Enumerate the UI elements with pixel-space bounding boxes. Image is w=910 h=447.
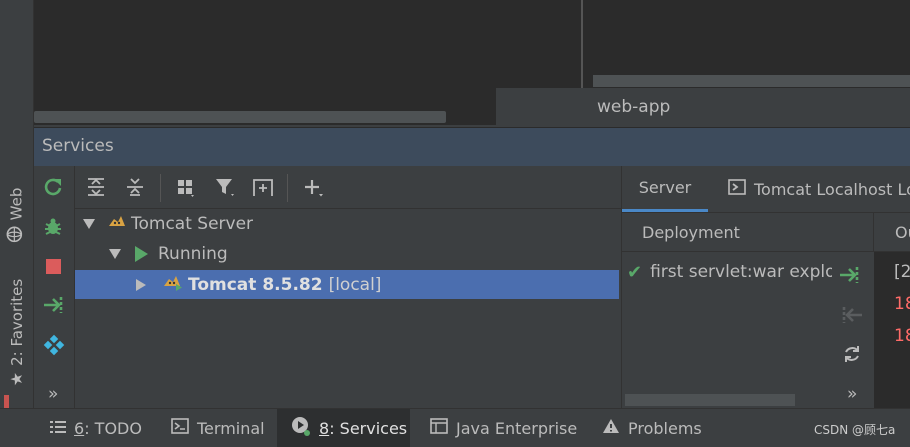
output-console: [2 18 18 xyxy=(874,252,910,408)
deployment-item-label: first servlet:war explo xyxy=(650,262,832,282)
tool-tab-java-enterprise[interactable]: Java Enterprise xyxy=(430,409,577,447)
terminal-icon xyxy=(171,418,189,438)
java-enterprise-icon xyxy=(430,418,448,438)
debug-icon[interactable] xyxy=(42,216,64,242)
tree-node-tomcat-server[interactable]: Tomcat Server xyxy=(75,209,621,239)
stop-icon[interactable] xyxy=(46,259,61,274)
services-title: Services xyxy=(42,136,114,156)
deployment-header-label: Deployment xyxy=(642,223,740,242)
tab-tomcat-localhost-log[interactable]: Tomcat Localhost Lo xyxy=(728,166,910,212)
tree-node-label: Running xyxy=(158,244,228,264)
module-bar: web-app xyxy=(496,88,910,126)
favorites-tool-label: 2: Favorites xyxy=(7,278,26,366)
horizontal-scrollbar[interactable] xyxy=(34,111,446,123)
warning-icon xyxy=(602,418,620,438)
redeploy-icon[interactable] xyxy=(838,264,862,290)
deploy-icon[interactable] xyxy=(42,294,66,320)
watermark-text: CSDN @顾七a xyxy=(814,423,896,437)
tomcat-running-icon xyxy=(162,273,184,296)
module-label[interactable]: web-app xyxy=(597,97,670,117)
console-icon xyxy=(728,179,746,199)
expand-arrow-icon[interactable] xyxy=(83,219,95,229)
new-tab-icon[interactable] xyxy=(250,174,276,200)
deployment-scrollbar[interactable] xyxy=(625,394,795,406)
tree-node-running[interactable]: Running xyxy=(75,239,621,269)
filter-icon[interactable] xyxy=(212,174,238,200)
add-service-icon[interactable] xyxy=(301,174,327,200)
tool-tab-terminal[interactable]: Terminal xyxy=(171,409,265,447)
refresh-icon[interactable] xyxy=(842,344,862,368)
tool-tab-number: 6 xyxy=(74,418,85,438)
web-tool-label: Web xyxy=(7,187,26,221)
tool-tab-problems[interactable]: Problems xyxy=(602,409,702,447)
tree-node-suffix: [local] xyxy=(328,274,382,295)
running-icon xyxy=(135,246,148,262)
detail-tabs: Server Tomcat Localhost Lo xyxy=(622,166,910,213)
star-icon: ★ xyxy=(7,371,26,387)
expand-all-icon[interactable] xyxy=(83,174,109,200)
collapsed-arrow-icon[interactable] xyxy=(136,278,146,291)
deployment-item[interactable]: ✔ first servlet:war explo xyxy=(622,258,832,286)
rerun-icon[interactable] xyxy=(42,176,64,202)
plugin-icon[interactable] xyxy=(43,334,65,360)
expand-arrow-icon[interactable] xyxy=(109,249,121,259)
output-header-label: Ou xyxy=(895,223,910,242)
tree-node-tomcat-instance[interactable]: Tomcat 8.5.82 [local] xyxy=(75,270,619,299)
services-tree: Tomcat Server Running Tomcat 8.5.82 [loc… xyxy=(75,209,621,408)
tool-tab-number: 8 xyxy=(319,418,330,438)
deployment-header: Deployment xyxy=(622,213,873,252)
left-tool-stripe: Web ★ 2: Favorites xyxy=(0,0,34,408)
services-header: Services xyxy=(34,127,910,166)
log-line: 18 xyxy=(894,294,910,314)
tool-tab-label: Problems xyxy=(628,418,702,438)
tree-node-label: Tomcat Server xyxy=(131,214,254,234)
bottom-tool-bar: 6: TODO Terminal 8: Services Java Enterp… xyxy=(0,408,910,447)
check-icon: ✔ xyxy=(627,261,643,283)
tab-label: Server xyxy=(638,178,692,197)
editor-area-left xyxy=(34,0,496,125)
tool-tab-todo[interactable]: 6: TODO xyxy=(50,409,142,447)
toolbar-separator xyxy=(287,174,288,202)
tool-tab-services[interactable]: 8: Services xyxy=(277,409,410,447)
favorites-tool-tab[interactable]: ★ 2: Favorites xyxy=(0,270,33,395)
output-header: Ou xyxy=(873,213,910,252)
tree-node-label: Tomcat 8.5.82 xyxy=(188,274,323,295)
editor-divider xyxy=(581,0,583,88)
list-icon xyxy=(50,419,66,438)
web-tool-tab[interactable]: Web xyxy=(0,175,33,255)
more-actions-button[interactable]: » xyxy=(48,384,58,404)
tool-tab-label: : Services xyxy=(329,418,408,438)
tab-label: Tomcat Localhost Lo xyxy=(754,179,910,199)
tool-tab-label: : TODO xyxy=(84,418,142,438)
editor-area-right xyxy=(496,0,910,88)
tool-tab-label: Java Enterprise xyxy=(456,418,578,438)
more-actions-button[interactable]: » xyxy=(847,384,857,404)
undeploy-icon[interactable] xyxy=(840,304,864,330)
log-line: [2 xyxy=(894,262,910,282)
error-marker xyxy=(4,395,9,408)
collapse-all-icon[interactable] xyxy=(122,174,148,200)
services-tree-toolbar xyxy=(75,166,621,209)
services-actions: » xyxy=(34,166,75,408)
globe-icon xyxy=(6,226,27,243)
tab-server[interactable]: Server xyxy=(622,166,708,212)
tomcat-icon xyxy=(107,214,127,235)
toolbar-separator xyxy=(160,174,161,202)
services-icon xyxy=(291,416,311,440)
tool-tab-label: Terminal xyxy=(197,418,265,438)
horizontal-scrollbar-right[interactable] xyxy=(593,75,910,87)
log-line: 18 xyxy=(894,326,910,346)
service-details-panel: Server Tomcat Localhost Lo Deployment Ou… xyxy=(621,166,910,408)
group-by-icon[interactable] xyxy=(173,174,199,200)
